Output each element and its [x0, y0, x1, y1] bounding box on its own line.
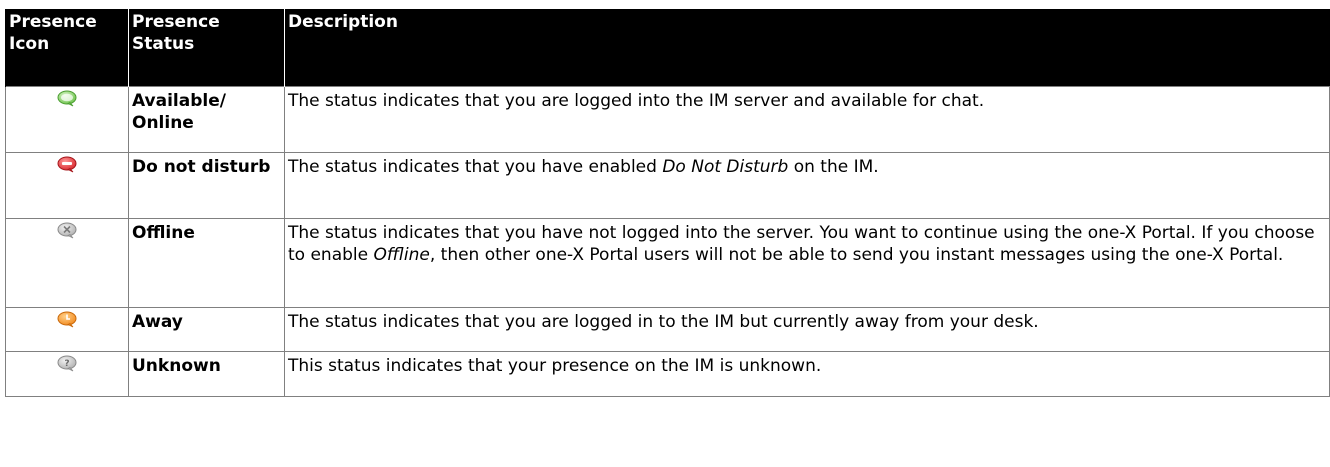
unknown-bubble-icon: ?: [57, 355, 77, 376]
offline-bubble-icon: [57, 222, 77, 243]
status-label: Offline: [128, 217, 285, 308]
header-presence-status: Presence Status: [128, 9, 285, 86]
do-not-disturb-bubble-icon: [57, 156, 77, 177]
presence-table: Presence Icon Presence Status Descriptio…: [5, 9, 1330, 397]
status-label: Away: [128, 306, 285, 352]
status-description: The status indicates that you are logged…: [284, 85, 1330, 153]
header-description: Description: [284, 9, 1330, 86]
status-description: The status indicates that you have enabl…: [284, 151, 1330, 219]
status-label: Available/ Online: [128, 85, 285, 153]
table-row: Away The status indicates that you are l…: [5, 306, 1330, 352]
table-row: Do not disturb The status indicates that…: [5, 151, 1330, 219]
svg-text:?: ?: [64, 359, 69, 369]
available-bubble-icon: [57, 90, 77, 111]
status-label: Do not disturb: [128, 151, 285, 219]
away-bubble-icon: [57, 311, 77, 332]
table-row: Offline The status indicates that you ha…: [5, 217, 1330, 308]
status-description: This status indicates that your presence…: [284, 350, 1330, 397]
status-label: Unknown: [128, 350, 285, 397]
header-row: Presence Icon Presence Status Descriptio…: [5, 9, 1330, 86]
table-row: ? Unknown This status indicates that you…: [5, 350, 1330, 397]
status-description: The status indicates that you are logged…: [284, 306, 1330, 352]
table-row: Available/ Online The status indicates t…: [5, 85, 1330, 153]
status-description: The status indicates that you have not l…: [284, 217, 1330, 308]
header-presence-icon: Presence Icon: [5, 9, 129, 86]
